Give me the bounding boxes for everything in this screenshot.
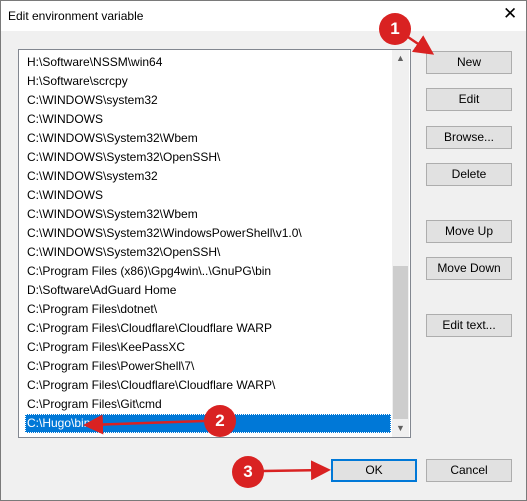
list-item[interactable]: H:\Software\NSSM\win64 [25,53,391,72]
scroll-up-arrow-icon[interactable]: ▲ [392,50,409,67]
annotation-badge-1: 1 [379,13,411,45]
list-item[interactable]: C:\Program Files\dotnet\ [25,300,391,319]
scroll-thumb[interactable] [393,266,408,419]
browse-button[interactable]: Browse... [426,126,512,149]
list-item[interactable]: C:\WINDOWS\system32 [25,91,391,110]
title-bar: Edit environment variable ✕ [0,0,527,31]
delete-button[interactable]: Delete [426,163,512,186]
annotation-badge-2: 2 [204,405,236,437]
window-title: Edit environment variable [8,9,144,23]
list-item[interactable]: C:\WINDOWS\System32\Wbem [25,205,391,224]
list-item[interactable]: C:\WINDOWS\system32 [25,167,391,186]
vertical-scrollbar[interactable]: ▲ ▼ [392,50,409,437]
list-item[interactable]: C:\Program Files\PowerShell\7\ [25,357,391,376]
list-item[interactable]: C:\WINDOWS\System32\Wbem [25,129,391,148]
list-item[interactable]: C:\WINDOWS\System32\OpenSSH\ [25,148,391,167]
list-item[interactable]: C:\Program Files\Cloudflare\Cloudflare W… [25,319,391,338]
edit-button[interactable]: Edit [426,88,512,111]
annotation-badge-3: 3 [232,456,264,488]
cancel-button[interactable]: Cancel [426,459,512,482]
edit-text-button[interactable]: Edit text... [426,314,512,337]
move-down-button[interactable]: Move Down [426,257,512,280]
list-item[interactable]: H:\Software\scrcpy [25,72,391,91]
close-icon[interactable]: ✕ [503,4,517,24]
arrow-to-ok-button [262,460,331,481]
list-item[interactable]: C:\Program Files\Cloudflare\Cloudflare W… [25,376,391,395]
list-item[interactable]: C:\WINDOWS [25,186,391,205]
list-item[interactable]: C:\Program Files (x86)\Gpg4win\..\GnuPG\… [25,262,391,281]
list-item[interactable]: C:\WINDOWS\System32\WindowsPowerShell\v1… [25,224,391,243]
list-item[interactable]: C:\Program Files\KeePassXC [25,338,391,357]
move-up-button[interactable]: Move Up [426,220,512,243]
list-item[interactable]: D:\Software\AdGuard Home [25,281,391,300]
scroll-down-arrow-icon[interactable]: ▼ [392,420,409,437]
new-button[interactable]: New [426,51,512,74]
list-item[interactable]: C:\WINDOWS [25,110,391,129]
list-item[interactable]: C:\WINDOWS\System32\OpenSSH\ [25,243,391,262]
path-list[interactable]: ▲ ▼ H:\Software\NSSM\win64 H:\Software\sc… [18,49,411,438]
ok-button[interactable]: OK [331,459,417,482]
